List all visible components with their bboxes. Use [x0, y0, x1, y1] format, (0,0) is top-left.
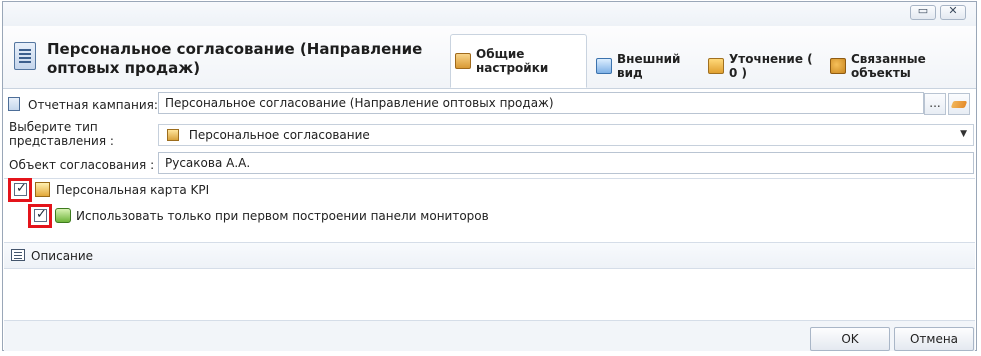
view-icon [596, 58, 612, 74]
kpi-checkbox[interactable]: ✓ [14, 181, 27, 196]
tab-refinement[interactable]: Уточнение ( 0 ) [704, 46, 824, 86]
tab-label: Внешний вид [617, 52, 681, 80]
view-type-icon [167, 129, 179, 141]
restore-button[interactable]: ▭ [910, 4, 936, 20]
campaign-label: Отчетная кампания: [28, 98, 158, 112]
settings-icon [455, 53, 471, 69]
description-text-area[interactable] [4, 269, 975, 319]
dialog-header: Персональное согласование (Направление о… [3, 26, 976, 89]
tab-linked-objects[interactable]: Связанные объекты [826, 46, 974, 86]
dialog-footer: OK Отмена [4, 320, 975, 351]
first-build-label: Использовать только при первом построени… [76, 209, 489, 223]
first-build-checkbox[interactable]: ✓ [34, 207, 47, 222]
page-title: Персональное согласование (Направление о… [47, 40, 423, 77]
browse-button[interactable]: ... [924, 93, 946, 115]
chevron-down-icon: ▼ [960, 129, 967, 139]
monitor-panel-icon [55, 208, 71, 223]
object-field[interactable]: Русакова А.А. [158, 152, 974, 174]
object-label: Объект согласования : [9, 158, 155, 172]
campaign-field[interactable]: Персональное согласование (Направление о… [158, 92, 924, 114]
cancel-button[interactable]: Отмена [894, 327, 974, 351]
view-type-label: Выберите тип представления : [9, 120, 114, 148]
view-type-value: Персональное согласование [188, 128, 370, 142]
checkmark-icon: ✓ [36, 207, 47, 222]
description-section-header[interactable]: Описание [4, 242, 975, 269]
close-button[interactable]: ✕ [940, 4, 966, 20]
description-icon [11, 249, 25, 261]
tab-label: Общие настройки [476, 47, 549, 75]
close-icon: ✕ [948, 4, 958, 17]
view-type-select[interactable]: Персональное согласование ▼ [158, 124, 974, 146]
tab-label: Уточнение ( 0 ) [729, 52, 813, 80]
window-title-bar: ▭ ✕ [3, 2, 976, 27]
eraser-icon [950, 101, 968, 108]
restore-icon: ▭ [917, 4, 929, 17]
divider [4, 178, 975, 179]
filter-icon [708, 58, 724, 74]
linked-objects-icon [830, 58, 846, 74]
kpi-label: Персональная карта KPI [56, 183, 210, 197]
tab-label: Связанные объекты [851, 52, 926, 80]
checkmark-icon: ✓ [16, 181, 27, 196]
campaign-icon [8, 97, 20, 111]
kpi-icon [35, 182, 50, 197]
tab-appearance[interactable]: Внешний вид [592, 46, 702, 86]
ok-button[interactable]: OK [810, 327, 890, 351]
tab-general-settings[interactable]: Общие настройки [450, 34, 587, 88]
document-icon [14, 42, 36, 70]
dialog-window: ▭ ✕ Персональное согласование (Направлен… [2, 1, 977, 351]
clear-button[interactable] [948, 93, 970, 115]
description-label: Описание [31, 249, 94, 263]
